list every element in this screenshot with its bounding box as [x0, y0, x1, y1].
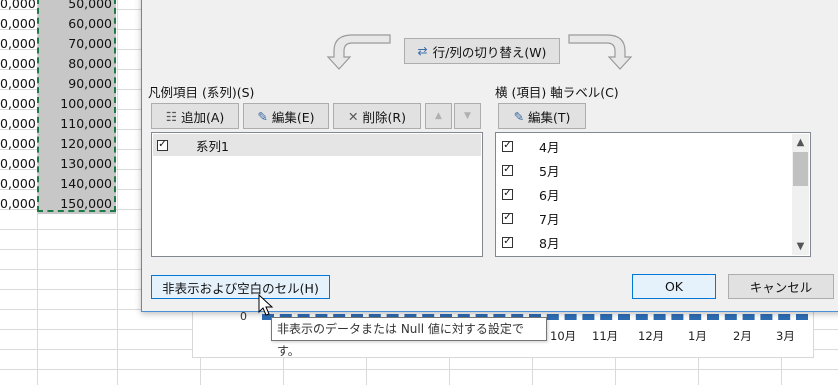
edit-axis-labels-label: 編集(T) — [528, 109, 571, 125]
cell-b[interactable]: 130,000 — [38, 154, 116, 174]
cell-b[interactable]: 80,000 — [38, 54, 116, 74]
delete-series-button[interactable]: ✕ 削除(R) — [333, 103, 421, 129]
select-data-source-dialog: ⇄ 行/列の切り替え(W) 凡例項目 (系列)(S) 横 (項目) 軸ラベル(C… — [141, 0, 838, 312]
move-down-button[interactable]: ▼ — [454, 103, 481, 129]
cell-a[interactable]: 0,000 — [0, 154, 36, 174]
edit-series-label: 編集(E) — [271, 109, 315, 125]
switch-row-column-button[interactable]: ⇄ 行/列の切り替え(W) — [404, 38, 560, 64]
cell-b[interactable]: 70,000 — [38, 34, 116, 54]
cell-a[interactable]: 0,000 — [0, 34, 36, 54]
cancel-button[interactable]: キャンセル — [728, 274, 834, 299]
chart-x-label: 12月 — [638, 329, 665, 343]
category-name: 8月 — [539, 235, 560, 251]
cell-b[interactable]: 100,000 — [38, 94, 116, 114]
cell-a[interactable]: 0,000 — [0, 74, 36, 94]
category-name: 6月 — [539, 187, 560, 203]
add-icon: ☷ — [165, 108, 177, 124]
cell-b[interactable]: 60,000 — [38, 14, 116, 34]
cell-a[interactable]: 0,000 — [0, 174, 36, 194]
series-toolbar: ☷ 追加(A) ✎ 編集(E) ✕ 削除(R) ▲ ▼ — [151, 103, 482, 129]
scroll-thumb[interactable] — [793, 152, 808, 186]
category-name: 7月 — [539, 211, 560, 227]
cell-b[interactable]: 150,000 — [38, 194, 116, 214]
cell-a[interactable]: 0,000 — [0, 114, 36, 134]
series-listbox[interactable]: ✓ 系列1 — [151, 132, 483, 257]
category-scrollbar[interactable]: ▲ ▼ — [792, 134, 809, 255]
category-checkbox[interactable]: ✓ — [502, 188, 513, 200]
axis-labels-label: 横 (項目) 軸ラベル(C) — [495, 85, 619, 100]
ok-button[interactable]: OK — [632, 274, 716, 299]
series-checkbox[interactable]: ✓ — [157, 139, 168, 151]
cell-b[interactable]: 120,000 — [38, 134, 116, 154]
category-checkbox[interactable]: ✓ — [502, 212, 513, 224]
category-checkbox[interactable]: ✓ — [502, 164, 513, 176]
cell-a[interactable]: 0,000 — [0, 0, 36, 14]
arrow-left-icon — [326, 34, 391, 70]
gridline — [0, 369, 838, 370]
cell-a[interactable]: 0,000 — [0, 94, 36, 114]
list-item[interactable]: ✓ 5月 — [499, 158, 559, 182]
chart-x-label: 1月 — [688, 329, 707, 343]
category-name: 4月 — [539, 139, 560, 155]
category-name: 5月 — [539, 163, 560, 179]
tooltip: 非表示のデータまたは Null 値に対する設定です。 — [271, 317, 547, 358]
axis-toolbar: ✎ 編集(T) — [498, 103, 588, 129]
cell-b[interactable]: 140,000 — [38, 174, 116, 194]
arrow-right-icon — [568, 34, 633, 70]
legend-entries-label: 凡例項目 (系列)(S) — [148, 85, 255, 100]
switch-row-column-label: 行/列の切り替え(W) — [432, 44, 547, 60]
chart-x-label: 10月 — [550, 329, 577, 343]
list-item[interactable]: ✓ 6月 — [499, 182, 559, 206]
edit-icon: ✎ — [257, 108, 268, 124]
mouse-cursor-icon — [258, 294, 274, 316]
chart-x-label: 11月 — [592, 329, 619, 343]
cell-b[interactable]: 50,000 — [38, 0, 116, 14]
move-up-button[interactable]: ▲ — [425, 103, 452, 129]
add-series-button[interactable]: ☷ 追加(A) — [151, 103, 239, 129]
category-checkbox[interactable]: ✓ — [502, 236, 513, 248]
cell-b[interactable]: 90,000 — [38, 74, 116, 94]
cell-b[interactable]: 110,000 — [38, 114, 116, 134]
cell-a[interactable]: 0,000 — [0, 194, 36, 214]
scroll-up-icon[interactable]: ▲ — [792, 134, 809, 151]
list-item[interactable]: ✓ 4月 — [499, 134, 559, 158]
category-listbox[interactable]: ✓ 4月 ✓ 5月 ✓ 6月 ✓ 7月 ✓ 8月 ▲ ▼ — [495, 132, 811, 257]
edit-axis-labels-button[interactable]: ✎ 編集(T) — [498, 103, 586, 129]
scroll-down-icon[interactable]: ▼ — [792, 238, 809, 255]
list-item[interactable]: ✓ 8月 — [499, 230, 559, 254]
add-series-label: 追加(A) — [180, 109, 225, 125]
edit-series-button[interactable]: ✎ 編集(E) — [243, 103, 329, 129]
series-name: 系列1 — [196, 138, 229, 154]
chart-x-label: 2月 — [733, 329, 752, 343]
cell-a[interactable]: 0,000 — [0, 54, 36, 74]
category-checkbox[interactable]: ✓ — [502, 140, 513, 152]
ok-label: OK — [664, 279, 684, 294]
gridline — [117, 0, 118, 385]
list-item[interactable]: ✓ 系列1 — [153, 134, 481, 156]
hidden-empty-cells-button[interactable]: 非表示および空白のセル(H) — [151, 275, 330, 299]
delete-icon: ✕ — [348, 108, 359, 124]
list-item[interactable]: ✓ 7月 — [499, 206, 559, 230]
chart-x-label: 3月 — [776, 329, 795, 343]
delete-series-label: 削除(R) — [362, 109, 406, 125]
edit-icon: ✎ — [513, 108, 525, 124]
cell-a[interactable]: 0,000 — [0, 134, 36, 154]
switch-icon: ⇄ — [417, 44, 428, 58]
cell-a[interactable]: 0,000 — [0, 14, 36, 34]
